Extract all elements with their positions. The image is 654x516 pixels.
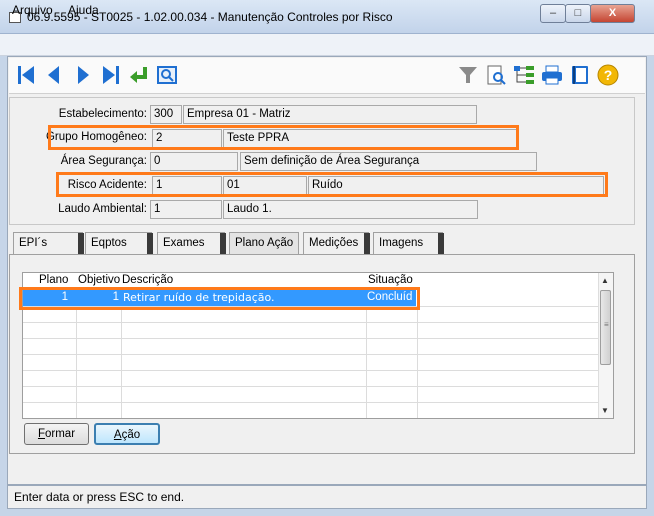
close-button[interactable]: X (590, 4, 635, 23)
grid-divider (23, 322, 598, 323)
menu-bar (0, 34, 654, 56)
grid-divider (23, 402, 598, 403)
tab-plano-acao-label: Plano Ação (235, 237, 294, 249)
highlight-box-row (19, 287, 420, 310)
area-seguranca-desc-field: Sem definição de Área Segurança (240, 152, 537, 171)
tab-imagens[interactable]: Imagens (373, 232, 444, 255)
column-header-descricao[interactable]: Descrição (122, 274, 173, 286)
tab-plano-acao[interactable]: Plano Ação (229, 232, 299, 254)
zoom-icon[interactable] (155, 63, 179, 87)
grid-divider (23, 338, 598, 339)
tab-exames[interactable]: Exames (157, 232, 226, 255)
acao-accesskey: A (113, 429, 122, 441)
estabelecimento-desc-field: Empresa 01 - Matriz (183, 105, 477, 124)
tab-exames-label: Exames (163, 237, 205, 249)
tree-icon[interactable] (512, 63, 536, 87)
scroll-down-icon[interactable]: ▼ (601, 406, 609, 415)
acao-label: ção (121, 429, 141, 441)
estabelecimento-code-field[interactable]: 300 (150, 105, 182, 124)
laudo-ambiental-code-field[interactable]: 1 (150, 200, 222, 219)
highlight-box-grupo (48, 125, 519, 150)
formar-accesskey: F (37, 428, 45, 440)
area-seguranca-code-field[interactable]: 0 (150, 152, 238, 171)
area-seguranca-label: Área Segurança: (60, 155, 147, 167)
formar-button[interactable]: Formar (24, 423, 89, 445)
next-icon[interactable] (71, 63, 95, 87)
tab-eqptos[interactable]: Eqptos (85, 232, 153, 255)
menu-arquivo[interactable]: Arquivo (12, 3, 53, 17)
laudo-ambiental-label: Laudo Ambiental: (58, 203, 147, 215)
last-icon[interactable] (99, 63, 123, 87)
svg-text:?: ? (604, 67, 613, 83)
tab-eqptos-label: Eqptos (91, 237, 127, 249)
estabelecimento-label: Estabelecimento: (58, 108, 147, 120)
grid-divider (23, 370, 598, 371)
scroll-up-icon[interactable]: ▲ (601, 276, 609, 285)
status-bar: Enter data or press ESC to end. (7, 485, 647, 509)
help-icon[interactable]: ? (596, 63, 620, 87)
formar-label: ormar (45, 428, 76, 440)
grid-divider (23, 354, 598, 355)
grid-divider (23, 386, 598, 387)
first-icon[interactable] (14, 63, 38, 87)
column-header-plano[interactable]: Plano (39, 274, 68, 286)
tab-imagens-label: Imagens (379, 237, 424, 249)
highlight-box-risco (56, 172, 608, 197)
tab-epis[interactable]: EPI´s (13, 232, 84, 255)
acao-button[interactable]: Ação (94, 423, 160, 445)
grip-icon: ≡ (604, 320, 609, 329)
print-icon[interactable] (540, 63, 564, 87)
column-header-objetivo[interactable]: Objetivo (78, 274, 120, 286)
tab-medicoes-label: Medições (309, 237, 359, 249)
filter-icon[interactable] (456, 63, 480, 87)
book-icon[interactable] (568, 63, 592, 87)
minimize-button[interactable]: – (540, 4, 566, 23)
tab-epis-label: EPI´s (19, 237, 48, 249)
menu-ajuda[interactable]: Ajuda (68, 3, 99, 17)
preview-icon[interactable] (484, 63, 508, 87)
laudo-ambiental-desc-field: Laudo 1. (223, 200, 478, 219)
tab-medicoes[interactable]: Medições (303, 232, 370, 255)
return-icon[interactable] (127, 63, 151, 87)
maximize-button[interactable]: □ (565, 4, 591, 23)
previous-icon[interactable] (42, 63, 66, 87)
column-header-situacao[interactable]: Situação (368, 274, 413, 286)
